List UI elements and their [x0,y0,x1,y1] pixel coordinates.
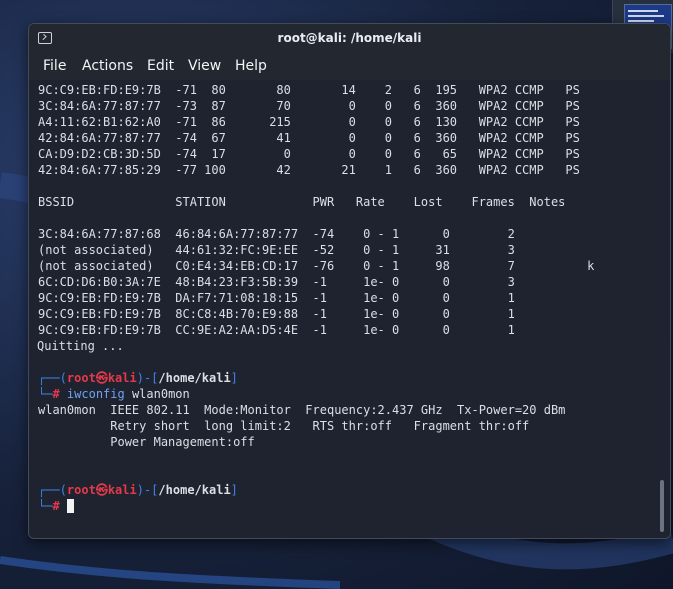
prompt-user: root [66,483,96,497]
station-row: 6C:CD:D6:B0:3A:7E 48:B4:23:F3:5B:39 -1 1… [38,275,515,289]
iwconfig-output-line: wlan0mon IEEE 802.11 Mode:Monitor Freque… [38,403,566,417]
terminal-output[interactable]: 9C:C9:EB:FD:E9:7B -71 80 80 14 2 6 195 W… [29,80,670,538]
iwconfig-output-line: Retry short long limit:2 RTS thr:off Fra… [38,419,530,433]
prompt-close: ] [230,371,238,385]
prompt-mid: )-[ [136,371,159,385]
prompt-close: ] [230,483,238,497]
menu-bar: File Actions Edit View Help [29,54,670,80]
menu-file[interactable]: File [43,58,66,74]
command-arg: wlan0mon [124,387,190,401]
prompt-hash: # [52,499,60,513]
vertical-scrollbar[interactable] [660,480,664,532]
prompt-at-symbol: ㉿ [95,483,108,497]
menu-help[interactable]: Help [235,58,267,74]
menu-view[interactable]: View [188,58,221,74]
prompt-mid: )-[ [136,483,159,497]
station-row: 3C:84:6A:77:87:68 46:84:6A:77:87:77 -74 … [38,227,515,241]
prompt-line-1: ┌──(root㉿kali)-[/home/kali] [38,482,238,498]
prompt-user: root [66,371,96,385]
prompt-line-1: ┌──(root㉿kali)-[/home/kali] [38,370,238,386]
iwconfig-output-line: Power Management:off [38,435,255,449]
ap-row: CA:D9:D2:CB:3D:5D -74 17 0 0 0 6 65 WPA2… [38,147,580,161]
prompt-open: ┌──( [38,483,67,497]
ap-row: 42:84:6A:77:87:77 -74 67 41 0 0 6 360 WP… [38,131,580,145]
prompt-path: /home/kali [158,483,231,497]
quitting-message: Quitting ... [37,339,124,353]
command-name: iwconfig [66,387,125,401]
command-line: └─# iwconfig wlan0mon [38,386,190,402]
station-row: (not associated) C0:E4:34:EB:CD:17 -76 0… [38,259,595,273]
station-row: 9C:C9:EB:FD:E9:7B CC:9E:A2:AA:D5:4E -1 1… [38,323,515,337]
menu-edit[interactable]: Edit [147,58,174,74]
text-cursor [66,499,74,513]
ap-row: 42:84:6A:77:85:29 -77 100 42 21 1 6 360 … [38,163,580,177]
title-bar[interactable]: root@kali: /home/kali [29,24,670,54]
prompt-host: kali [107,371,137,385]
station-row: 9C:C9:EB:FD:E9:7B 8C:C8:4B:70:E9:88 -1 1… [38,307,515,321]
station-header: BSSID STATION PWR Rate Lost Frames Notes [38,195,566,209]
menu-actions[interactable]: Actions [82,58,133,74]
prompt-path: /home/kali [158,371,231,385]
ap-row: A4:11:62:B1:62:A0 -71 86 215 0 0 6 130 W… [38,115,580,129]
prompt-at-symbol: ㉿ [95,371,108,385]
ap-row: 3C:84:6A:77:87:77 -73 87 70 0 0 6 360 WP… [38,99,580,113]
prompt-open: ┌──( [38,371,67,385]
input-line[interactable]: └─# [38,498,74,514]
prompt-host: kali [107,483,137,497]
station-row: (not associated) 44:61:32:FC:9E:EE -52 0… [38,243,515,257]
ap-row: 9C:C9:EB:FD:E9:7B -71 80 80 14 2 6 195 W… [38,83,580,97]
terminal-window[interactable]: root@kali: /home/kali File Actions Edit … [28,23,671,539]
window-title: root@kali: /home/kali [277,31,422,45]
prompt-line2-prefix: └─ [38,387,53,401]
prompt-line2-prefix: └─ [38,499,53,513]
station-row: 9C:C9:EB:FD:E9:7B DA:F7:71:08:18:15 -1 1… [38,291,515,305]
prompt-hash: # [52,387,60,401]
